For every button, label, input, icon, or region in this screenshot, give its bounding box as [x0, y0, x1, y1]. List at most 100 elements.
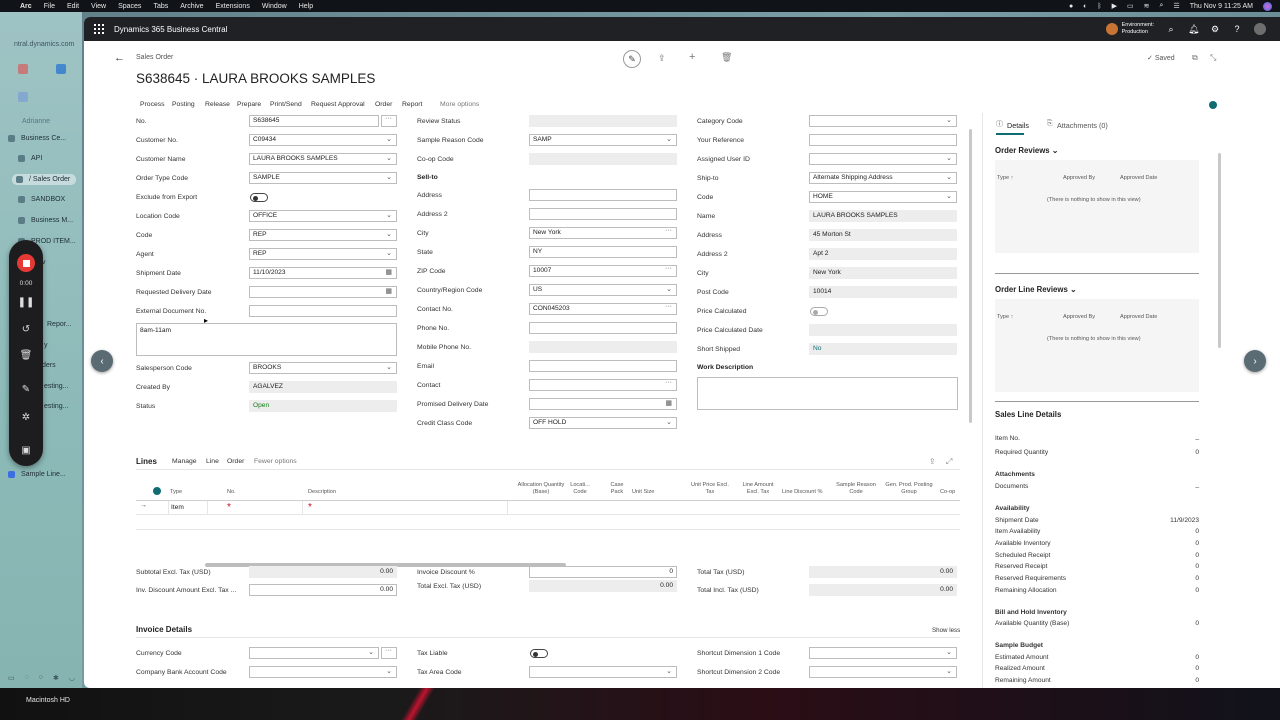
note-textarea[interactable]: 8am-11am [136, 323, 397, 356]
tax-liable-toggle[interactable] [530, 649, 548, 658]
back-button[interactable]: ← [114, 52, 125, 64]
email-field[interactable] [529, 360, 677, 372]
effects-button[interactable]: ✲ [17, 408, 35, 426]
agent-field[interactable]: REP ⌄ [249, 248, 397, 260]
assigned-user-id-field[interactable]: ⌄ [809, 153, 957, 165]
action-posting[interactable]: Posting [172, 101, 195, 108]
select-all-icon[interactable] [153, 487, 161, 495]
sidebar-item-testing[interactable]: esting... [44, 383, 69, 390]
lines-action-fewer-options[interactable]: Fewer options [254, 458, 297, 465]
column-header-line-discount[interactable]: Line Discount % [782, 489, 822, 496]
menu-tabs[interactable]: Tabs [153, 3, 168, 10]
column-header-type[interactable]: Type ↑ [997, 314, 1013, 321]
space-icon[interactable]: ◡ [69, 674, 75, 682]
action-request-approval[interactable]: Request Approval [311, 101, 365, 108]
column-header-approved-by[interactable]: Approved By [1063, 314, 1095, 321]
customer-name-field[interactable]: LAURA BROOKS SAMPLES ⌄ [249, 153, 397, 165]
menu-archive[interactable]: Archive [180, 3, 203, 10]
space-icon[interactable]: ○ [39, 674, 43, 682]
column-header-unit-size[interactable]: Unit Size [632, 489, 654, 496]
address-field[interactable] [529, 189, 677, 201]
ellipsis-icon[interactable]: ··· [665, 380, 672, 386]
column-header-no[interactable]: No. [227, 489, 236, 496]
tab-attachments[interactable]: Attachments (0) [1057, 121, 1108, 130]
menu-extensions[interactable]: Extensions [216, 3, 250, 10]
company-bank-account-field[interactable]: ⌄ [249, 666, 397, 678]
sidebar-item-testing[interactable]: esting... [44, 403, 69, 410]
control-icon[interactable]: ◐ [1083, 3, 1087, 10]
restart-button[interactable]: ↺ [17, 320, 35, 338]
description-cell[interactable]: * [304, 501, 508, 515]
menu-view[interactable]: View [91, 3, 106, 10]
draw-button[interactable]: ✎ [17, 380, 35, 398]
app-title[interactable]: Dynamics 365 Business Central [114, 25, 227, 34]
record-status-icon[interactable]: ● [1069, 3, 1073, 10]
column-header-approved-date[interactable]: Approved Date [1120, 175, 1157, 182]
menu-arc[interactable]: Arc [20, 3, 32, 10]
environment-indicator[interactable]: Environment: Production [1105, 22, 1154, 36]
archive-icon[interactable]: ▭ [8, 674, 15, 682]
menu-window[interactable]: Window [262, 3, 287, 10]
action-more-options[interactable]: More options [440, 101, 479, 108]
contact-no-field[interactable]: CON045203 ··· [529, 303, 677, 315]
action-release[interactable]: Release [205, 101, 230, 108]
sidebar-item-report[interactable]: Repor... [47, 321, 72, 328]
promised-delivery-date-field[interactable]: ▦ [529, 398, 677, 410]
column-header-sample-reason-code[interactable]: Sample Reason Code [836, 482, 876, 495]
lines-action-line[interactable]: Line [206, 458, 219, 465]
open-new-window-icon[interactable]: ⧉ [1192, 53, 1198, 63]
documents-value[interactable]: _ [1163, 481, 1199, 488]
play-icon[interactable]: ▶ [1112, 2, 1117, 10]
shipment-date-field[interactable]: 11/10/2023 ▦ [249, 267, 397, 279]
no-lookup-button[interactable]: ··· [381, 115, 397, 127]
phone-no-field[interactable] [529, 322, 677, 334]
address-2-field[interactable] [529, 208, 677, 220]
share-icon[interactable]: ⇪ [658, 53, 666, 64]
your-reference-field[interactable] [809, 134, 957, 146]
wifi-icon[interactable]: ≋ [1144, 2, 1150, 10]
sidebar-url[interactable]: ntral.dynamics.com [14, 41, 74, 48]
order-type-code-field[interactable]: SAMPLE ⌄ [249, 172, 397, 184]
sidebar-item-api[interactable]: API [18, 155, 42, 162]
shortcut-dimension-1-field[interactable]: ⌄ [809, 647, 957, 659]
bluetooth-icon[interactable]: ᛒ [1097, 3, 1101, 10]
stop-recording-button[interactable] [17, 254, 35, 272]
work-description-textarea[interactable] [697, 377, 958, 410]
sidebar-item-business-central[interactable]: Business Ce... [8, 135, 66, 142]
sidebar-item-orders[interactable]: ders [42, 362, 56, 369]
ellipsis-icon[interactable]: ··· [665, 266, 672, 272]
expand-icon[interactable]: ⤢ [946, 457, 952, 467]
pinned-tab-icon[interactable] [18, 92, 28, 102]
currency-code-lookup-button[interactable]: ··· [381, 647, 397, 659]
share-icon[interactable]: ⇪ [929, 457, 936, 466]
category-code-field[interactable]: ⌄ [809, 115, 957, 127]
currency-code-field[interactable]: ⌄ [249, 647, 379, 659]
camera-button[interactable]: ▣ [17, 441, 35, 459]
show-less-button[interactable]: Show less [932, 627, 960, 634]
bell-icon[interactable]: 🔔︎ [1188, 24, 1199, 34]
invoice-details-title[interactable]: Invoice Details [136, 625, 192, 634]
avatar[interactable] [1254, 23, 1266, 35]
menu-edit[interactable]: Edit [67, 3, 79, 10]
order-reviews-title[interactable]: Order Reviews ⌄ [995, 146, 1058, 155]
sidebar-item-sample-line[interactable]: Sample Line... [8, 471, 66, 478]
column-header-description[interactable]: Description [308, 489, 336, 496]
table-row[interactable]: → Item * * [136, 501, 960, 515]
column-header-approved-date[interactable]: Approved Date [1120, 314, 1157, 321]
location-code-field[interactable]: OFFICE ⌄ [249, 210, 397, 222]
action-process[interactable]: Process [140, 101, 165, 108]
space-icon[interactable]: ✱ [53, 674, 59, 682]
state-field[interactable]: NY [529, 246, 677, 258]
siri-icon[interactable] [1263, 1, 1272, 11]
sidebar-item-partial[interactable]: y [44, 342, 48, 349]
help-icon[interactable]: ? [1232, 24, 1242, 34]
no-cell[interactable]: * [223, 501, 303, 515]
factbox-scrollbar[interactable] [1218, 153, 1221, 348]
delete-icon[interactable]: 🗑 [721, 52, 732, 63]
outlook-icon[interactable] [56, 64, 66, 74]
search-icon[interactable]: ⌕ [1160, 2, 1164, 10]
salesperson-code-field[interactable]: BROOKS ⌄ [249, 362, 397, 374]
menu-spaces[interactable]: Spaces [118, 3, 141, 10]
ship-to-code-field[interactable]: HOME ⌄ [809, 191, 957, 203]
battery-icon[interactable]: ▭ [1127, 2, 1134, 10]
